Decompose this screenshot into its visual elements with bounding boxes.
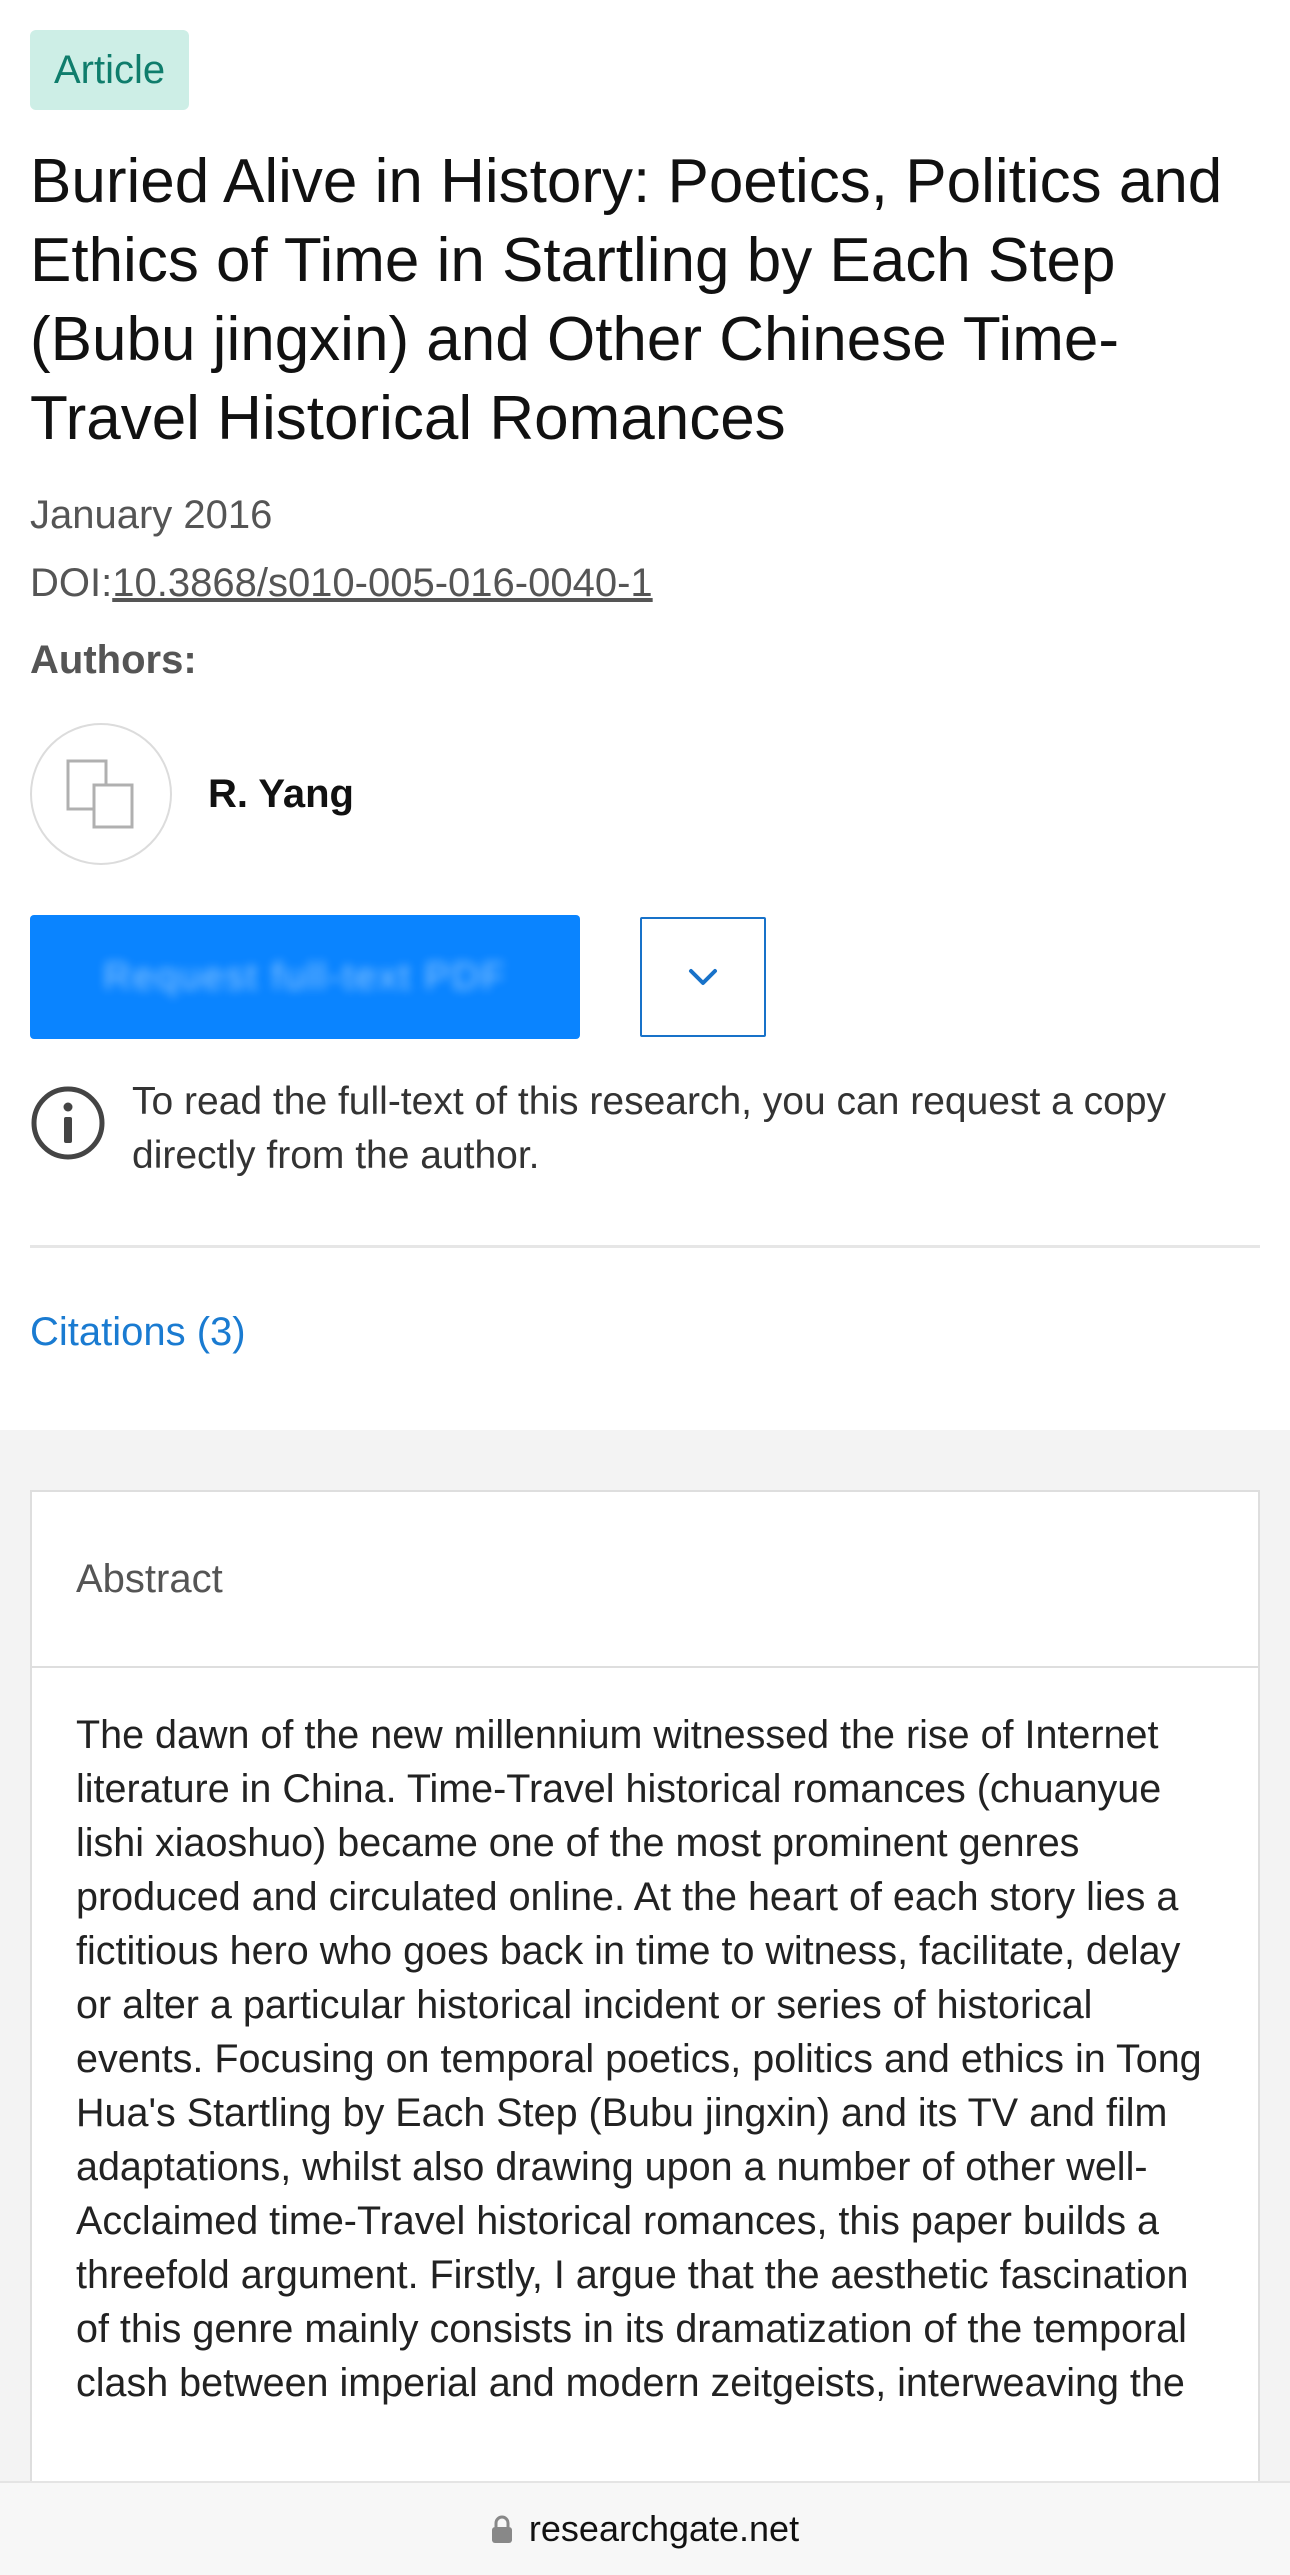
divider bbox=[30, 1245, 1260, 1248]
doi-link[interactable]: 10.3868/s010-005-016-0040-1 bbox=[112, 561, 652, 605]
request-button-label: Request full-text PDF bbox=[103, 955, 507, 998]
author-avatar[interactable] bbox=[30, 723, 172, 865]
author-item[interactable]: R. Yang bbox=[30, 723, 1260, 865]
info-text: To read the full-text of this research, … bbox=[132, 1080, 1167, 1177]
author-name[interactable]: R. Yang bbox=[208, 772, 354, 817]
publication-date: January 2016 bbox=[30, 493, 273, 537]
info-icon bbox=[31, 1086, 105, 1160]
lock-icon bbox=[491, 2515, 512, 2543]
browser-address-bar[interactable]: researchgate.net bbox=[0, 2481, 1290, 2575]
doi-line: DOI:10.3868/s010-005-016-0040-1 bbox=[30, 550, 1260, 616]
more-options-button[interactable] bbox=[640, 917, 766, 1037]
abstract-text: The dawn of the new millennium witnessed… bbox=[76, 1713, 1202, 2405]
author-placeholder-icon bbox=[66, 759, 134, 829]
authors-label: Authors: bbox=[30, 638, 197, 682]
abstract-heading: Abstract bbox=[32, 1492, 1258, 1668]
doi-label: DOI: bbox=[30, 561, 113, 605]
abstract-card: Abstract The dawn of the new millennium … bbox=[30, 1490, 1260, 2575]
article-header: Article Buried Alive in History: Poetics… bbox=[0, 0, 1290, 1355]
request-full-text-button[interactable]: Request full-text PDF bbox=[30, 915, 580, 1039]
chevron-down-icon bbox=[689, 969, 717, 985]
info-notice: To read the full-text of this research, … bbox=[30, 1075, 1260, 1183]
browser-domain: researchgate.net bbox=[528, 2508, 800, 2549]
action-row: Request full-text PDF bbox=[30, 915, 1260, 1039]
citations-link[interactable]: Citations (3) bbox=[30, 1310, 246, 1355]
article-type-badge: Article bbox=[30, 30, 190, 110]
article-title: Buried Alive in History: Poetics, Politi… bbox=[30, 147, 1223, 453]
